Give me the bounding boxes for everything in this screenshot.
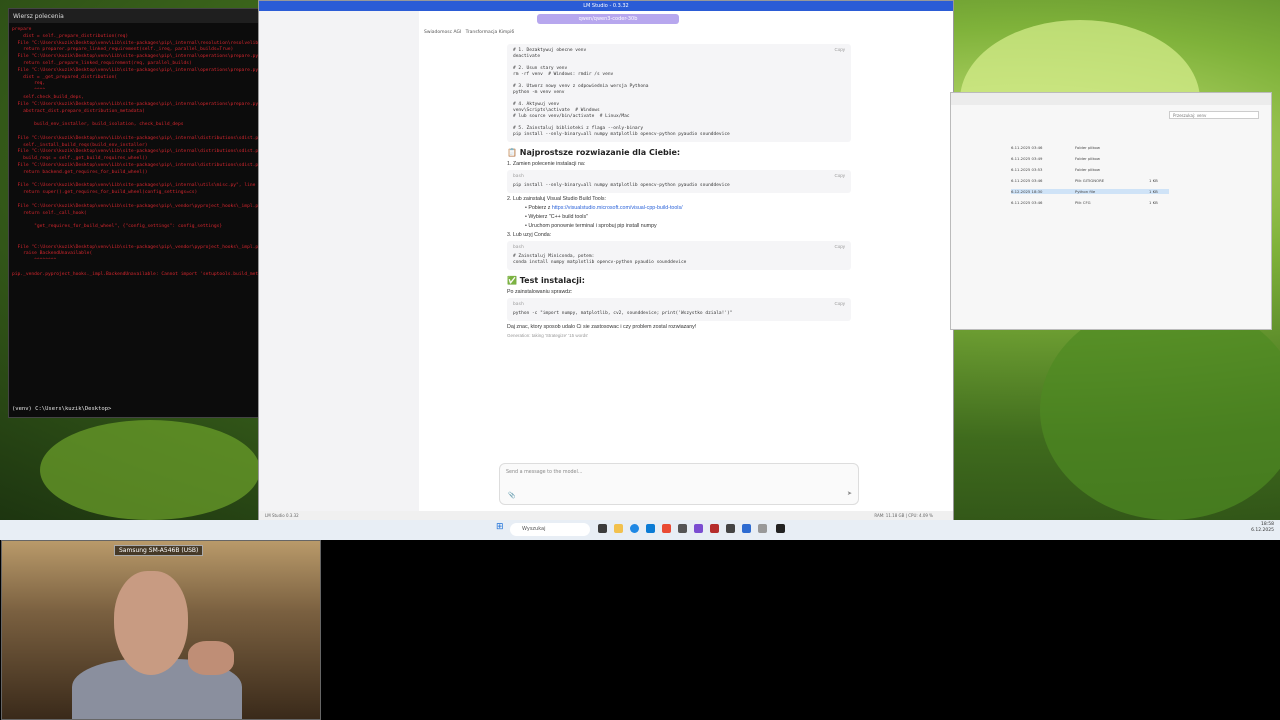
- file-cell: 6.11.2025 03:46: [1011, 145, 1043, 150]
- list-item: • Uruchom ponownie terminal i sprobuj pi…: [525, 223, 657, 229]
- send-icon[interactable]: ➤: [847, 490, 852, 497]
- step-text: 2. Lub zainstaluj Visual Studio Build To…: [507, 196, 607, 202]
- taskbar-clock[interactable]: 18:58 6.12.2025: [1251, 522, 1274, 534]
- section-heading: ✅ Test instalacji:: [507, 276, 585, 285]
- file-cell: 6.11.2025 03:46: [1011, 200, 1043, 205]
- clock-date: 6.12.2025: [1251, 528, 1274, 533]
- file-cell: [1149, 167, 1169, 172]
- lmstudio-titlebar: LM Studio - 0.3.32: [259, 1, 953, 11]
- file-row[interactable]: 6.11.2025 03:53 Folder plikow: [1011, 167, 1169, 172]
- code-block: Copy # 1. Dezaktywuj obecne venv deactiva…: [507, 44, 851, 142]
- code-text: pip install --only-binary=all numpy matp…: [513, 183, 730, 188]
- lmstudio-app-icon[interactable]: [694, 524, 703, 533]
- file-row[interactable]: 6.11.2025 03:46 Plik GITIGNORE 1 KB: [1011, 178, 1169, 183]
- chat-messages: Copy # 1. Dezaktywuj obecne venv deactiva…: [507, 41, 851, 341]
- step-text: 1. Zamien polecenie instalacji na:: [507, 161, 586, 167]
- paragraph: Daj znac, ktory sposob udalo Ci sie zast…: [507, 324, 697, 330]
- message-placeholder: Send a message to the model...: [506, 470, 583, 475]
- app-icon[interactable]: [710, 524, 719, 533]
- code-lang: bash: [513, 245, 524, 250]
- copy-button[interactable]: Copy: [834, 301, 845, 307]
- webcam-label: Samsung SM-A546B (USB): [114, 545, 204, 556]
- attach-icon[interactable]: 📎: [508, 492, 515, 499]
- code-text: # Zainstaluj Miniconda, potem: conda ins…: [513, 254, 687, 265]
- bullet-text: Uruchom ponownie terminal i sprobuj pip …: [528, 223, 657, 229]
- file-cell: [1149, 145, 1169, 150]
- file-explorer-window[interactable]: Przeszukaj: venv 6.11.2025 03:46 Folder p…: [950, 92, 1272, 330]
- app-icon[interactable]: [742, 524, 751, 533]
- file-row[interactable]: 6.11.2025 03:46 Plik CFG 1 KB: [1011, 200, 1169, 205]
- terminal-title: Wiersz polecenia: [13, 12, 64, 20]
- copy-button[interactable]: Copy: [834, 47, 845, 53]
- start-icon[interactable]: ⊞: [496, 522, 504, 532]
- code-lang: bash: [513, 302, 524, 307]
- generation-status: Generation: taking 'Strategize' '15 word…: [507, 333, 589, 338]
- file-cell: 6.11.2025 03:53: [1011, 167, 1043, 172]
- person-face: [114, 571, 188, 675]
- copy-button[interactable]: Copy: [834, 173, 845, 179]
- app-icon[interactable]: [678, 524, 687, 533]
- explorer-titlebar: [951, 93, 1271, 105]
- chat-tabs: Swiadomosc AGI Transformacja Kimpi6: [424, 30, 514, 35]
- file-cell: Plik CFG: [1075, 200, 1091, 205]
- file-row[interactable]: 6.11.2025 03:49 Folder plikow: [1011, 156, 1169, 161]
- list-item: • Wybierz "C++ build tools": [525, 214, 588, 220]
- file-cell: Python file: [1075, 189, 1096, 194]
- webcam-feed: Samsung SM-A546B (USB): [1, 540, 321, 720]
- tab-chat-1[interactable]: Swiadomosc AGI: [424, 30, 461, 35]
- file-cell: Plik GITIGNORE: [1075, 178, 1105, 183]
- store-icon[interactable]: [646, 524, 655, 533]
- copy-button[interactable]: Copy: [834, 244, 845, 250]
- heading-text: Najprostsze rozwiazanie dla Ciebie:: [519, 148, 681, 157]
- file-row[interactable]: 6.12.2025 18:30 Python file 1 KB: [1011, 189, 1169, 194]
- file-cell: 6.12.2025 18:30: [1011, 189, 1043, 194]
- edge-icon[interactable]: [630, 524, 639, 533]
- step-text: 3. Lub uzyj Conda:: [507, 232, 552, 238]
- paragraph: Po zainstalowaniu sprawdz:: [507, 289, 573, 295]
- model-selector[interactable]: qwen/qwen3-coder-30b: [537, 14, 679, 24]
- folder-icon[interactable]: [614, 524, 623, 533]
- code-text: python -c "import numpy, matplotlib, cv2…: [513, 311, 733, 316]
- file-cell: Folder plikow: [1075, 145, 1100, 150]
- list-item: • Pobierz z https://visualstudio.microso…: [525, 205, 683, 211]
- file-cell: 1 KB: [1149, 200, 1158, 205]
- heading-text: Test instalacji:: [519, 276, 585, 285]
- taskbar: [0, 520, 1280, 540]
- bullet-text: Pobierz z: [528, 205, 552, 211]
- terminal-prompt[interactable]: (venv) C:\Users\kuzik\Desktop>: [12, 406, 111, 412]
- person-hand: [188, 641, 234, 675]
- file-cell: 6.11.2025 03:46: [1011, 178, 1043, 183]
- file-cell: 6.11.2025 03:49: [1011, 156, 1043, 161]
- lmstudio-sidebar: [259, 11, 419, 511]
- code-text: # 1. Dezaktywuj obecne venv deactivate #…: [513, 48, 730, 137]
- file-cell: 1 KB: [1149, 189, 1158, 194]
- explorer-search[interactable]: Przeszukaj: venv: [1169, 111, 1259, 119]
- file-cell: Folder plikow: [1075, 167, 1100, 172]
- app-icon[interactable]: [726, 524, 735, 533]
- build-tools-link[interactable]: https://visualstudio.microsoft.com/visua…: [552, 205, 683, 211]
- browser-icon[interactable]: [662, 524, 671, 533]
- code-block: bash Copy pip install --only-binary=all nu…: [507, 170, 851, 193]
- status-app: LM Studio 0.3.32: [265, 513, 299, 518]
- terminal-app-icon[interactable]: [598, 524, 607, 533]
- file-cell: [1149, 156, 1169, 161]
- code-block: bash Copy python -c "import numpy, matplot…: [507, 298, 851, 321]
- section-heading: 📋 Najprostsze rozwiazanie dla Ciebie:: [507, 148, 681, 157]
- tab-chat-2[interactable]: Transformacja Kimpi6: [466, 30, 515, 35]
- terminal-app-icon[interactable]: [776, 524, 785, 533]
- file-cell: 1 KB: [1149, 178, 1158, 183]
- bullet-text: Wybierz "C++ build tools": [528, 214, 588, 220]
- taskbar-search[interactable]: Wyszukaj: [510, 523, 590, 536]
- message-input[interactable]: Send a message to the model... 📎 ➤: [499, 463, 859, 505]
- file-row[interactable]: 6.11.2025 03:46 Folder plikow: [1011, 145, 1169, 150]
- app-icon[interactable]: [758, 524, 767, 533]
- file-cell: Folder plikow: [1075, 156, 1100, 161]
- code-block: bash Copy # Zainstaluj Miniconda, potem: c…: [507, 241, 851, 270]
- lmstudio-window[interactable]: LM Studio - 0.3.32 qwen/qwen3-coder-30b …: [258, 0, 954, 522]
- code-lang: bash: [513, 174, 524, 179]
